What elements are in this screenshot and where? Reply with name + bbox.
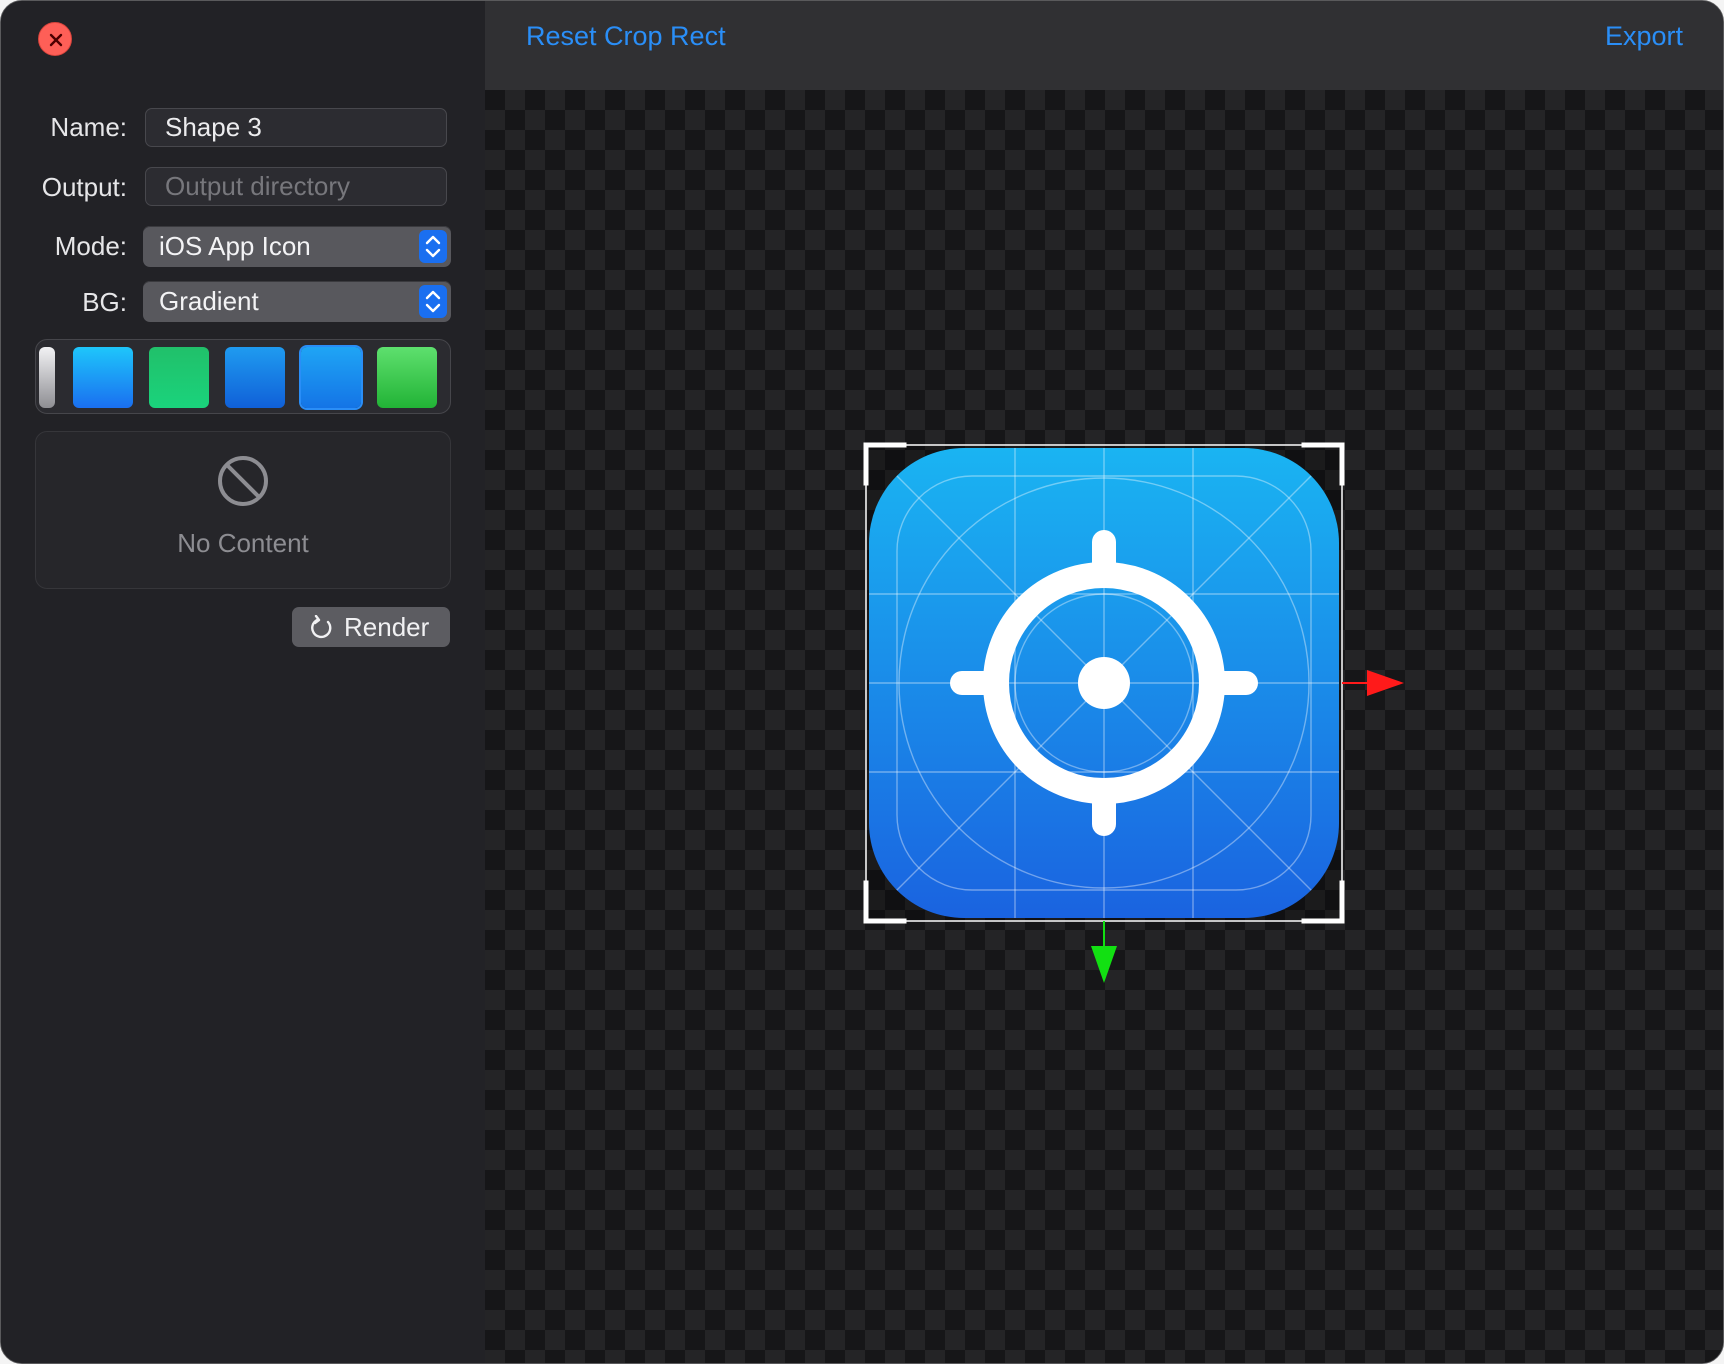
output-directory-field[interactable] (145, 167, 447, 206)
swatch-blue-cyan-gradient[interactable] (73, 347, 133, 408)
bg-popup-value: Gradient (159, 286, 259, 316)
app-window: Name: Output: Mode: iOS App Icon BG: Gra… (0, 0, 1724, 1364)
swatch-sky-blue-gradient[interactable] (301, 347, 361, 408)
swatch-blue-gradient[interactable] (225, 347, 285, 408)
chevron-updown-icon (425, 290, 441, 313)
close-button[interactable] (38, 22, 72, 56)
mode-popup-stepper (419, 230, 447, 263)
render-button[interactable]: Render (292, 607, 450, 647)
bg-popup[interactable]: Gradient (143, 281, 451, 322)
mode-popup[interactable]: iOS App Icon (143, 226, 451, 267)
render-button-label: Render (344, 612, 430, 642)
swatch-green-gradient[interactable] (377, 347, 437, 408)
close-x-icon (49, 33, 63, 47)
content-preview-box: No Content (35, 431, 451, 589)
output-label: Output: (41, 172, 127, 202)
bg-popup-stepper (419, 285, 447, 318)
x-axis-arrow[interactable] (1342, 670, 1404, 696)
crop-editor (863, 442, 1404, 983)
chevron-updown-icon (425, 235, 441, 258)
swatch-gray-gradient[interactable] (39, 347, 55, 408)
sidebar: Name: Output: Mode: iOS App Icon BG: Gra… (1, 1, 485, 1363)
preview-canvas[interactable] (485, 90, 1723, 1363)
y-axis-arrow[interactable] (1091, 921, 1117, 983)
refresh-icon (311, 615, 332, 639)
gradient-swatch-bar (35, 339, 451, 414)
bg-label: BG: (82, 287, 127, 317)
reset-crop-rect-button[interactable]: Reset Crop Rect (526, 21, 726, 52)
toolbar: Reset Crop Rect Export (485, 1, 1723, 90)
swatch-green-teal-gradient[interactable] (149, 347, 209, 408)
name-label: Name: (50, 112, 127, 142)
name-field[interactable] (145, 108, 447, 147)
prohibited-icon (218, 456, 268, 506)
mode-label: Mode: (54, 231, 127, 261)
mode-popup-value: iOS App Icon (159, 231, 311, 261)
crosshair-app-icon (869, 448, 1339, 918)
no-content-label: No Content (177, 528, 309, 558)
export-button[interactable]: Export (1605, 21, 1683, 52)
